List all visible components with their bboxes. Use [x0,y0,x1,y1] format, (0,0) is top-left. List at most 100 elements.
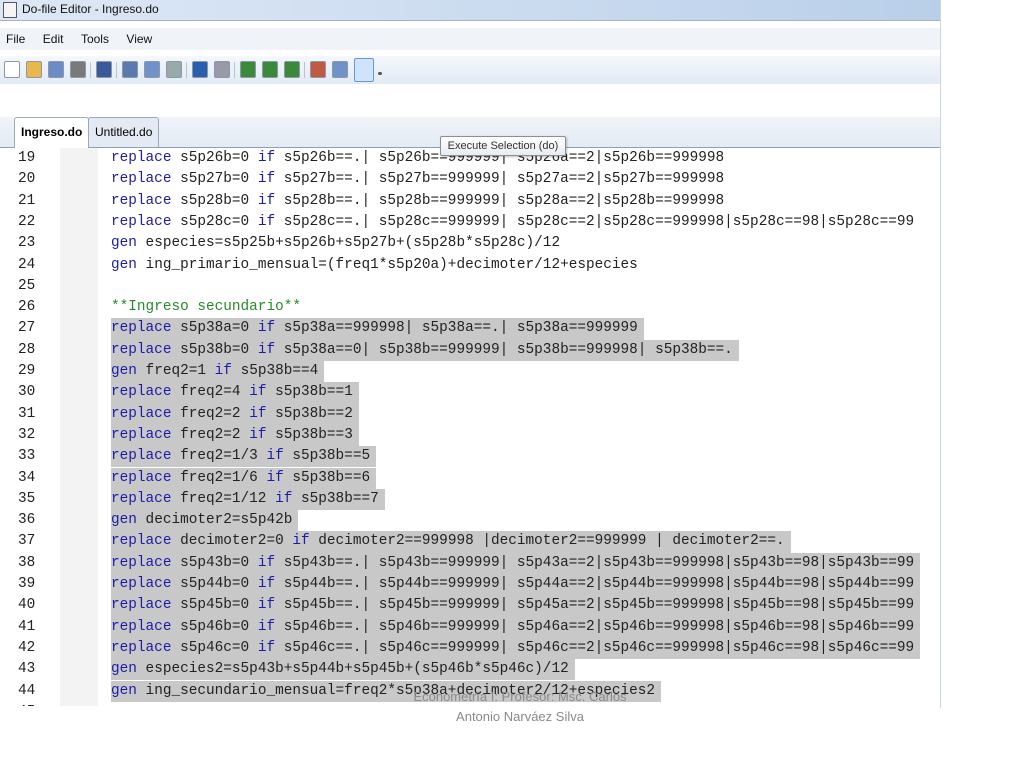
code-text: replace s5p27b=0 if s5p27b==.| s5p27b==9… [111,171,725,188]
line-number: 44 [18,682,36,699]
code-line[interactable]: 32 replace freq2=2 if s5p38b==3 [0,424,940,447]
shift-right-icon[interactable] [240,61,256,78]
code-text: gen freq2=1 if s5p38b==4 [111,361,325,383]
execute-selection-tooltip: Execute Selection (do) [440,136,566,156]
code-text: replace freq2=4 if s5p38b==1 [111,382,359,404]
code-line[interactable]: 28 replace s5p38b=0 if s5p38a==0| s5p38b=… [0,339,940,361]
line-number: 25 [18,277,36,294]
toolbar-separator [304,62,305,78]
code-text: replace s5p44b=0 if s5p44b==.| s5p44b==9… [111,574,921,596]
line-number: 31 [18,405,36,422]
menu-bar: File Edit Tools View [0,28,940,50]
menu-edit[interactable]: Edit [43,32,64,46]
line-number: 32 [18,426,36,443]
code-text: replace s5p46c=0 if s5p46c==.| s5p46c==9… [111,637,921,660]
code-line[interactable]: 42 replace s5p46c=0 if s5p46c==.| s5p46c=… [0,637,940,660]
code-editor[interactable]: 19 replace s5p26b=0 if s5p26b==.| s5p26b=… [0,148,940,706]
copy-icon[interactable] [144,61,160,78]
toolbar-separator [186,62,187,78]
code-line[interactable]: 33 replace freq2=1/3 if s5p38b==5 [0,446,940,468]
bookmark-icon[interactable] [310,61,326,78]
line-number: 24 [18,256,36,273]
code-text: replace freq2=2 if s5p38b==2 [111,403,359,425]
code-text: **Ingreso secundario** [111,299,301,316]
save-icon[interactable] [48,61,64,78]
code-text: replace freq2=1/3 if s5p38b==5 [111,446,377,468]
code-text: replace s5p28c=0 if s5p28c==.| s5p28c==9… [111,213,915,230]
code-line[interactable]: 29 gen freq2=1 if s5p38b==4 [0,361,940,383]
line-number: 30 [18,384,36,401]
code-line[interactable]: 31 replace freq2=2 if s5p38b==2 [0,403,940,425]
code-text: gen decimoter2=s5p42b [111,510,299,532]
line-number: 28 [18,341,36,358]
toolbar-overflow-icon[interactable] [378,72,382,75]
code-line[interactable]: 25 [0,276,940,297]
code-line[interactable]: 21 replace s5p28b=0 if s5p28b==.| s5p28b=… [0,191,940,212]
line-number: 35 [18,490,36,507]
line-number: 38 [18,554,36,571]
title-bar: Do-file Editor - Ingreso.do [0,0,940,21]
code-line[interactable]: 43 gen especies2=s5p43b+s5p44b+s5p45b+(s5… [0,659,940,681]
code-line[interactable]: 20 replace s5p27b=0 if s5p27b==.| s5p27b=… [0,169,940,190]
code-line[interactable]: 34 replace freq2=1/6 if s5p38b==6 [0,467,940,489]
line-number: 45 [18,702,35,706]
code-line[interactable]: 22 replace s5p28c=0 if s5p28c==.| s5p28c=… [0,212,940,233]
window-title: Do-file Editor - Ingreso.do [22,2,159,16]
line-number: 27 [18,320,36,337]
toolbar-separator [90,62,91,78]
do-file-editor-icon [3,2,17,18]
line-number: 20 [18,171,36,188]
line-number: 40 [18,597,36,614]
line-number: 21 [18,192,36,209]
print-icon[interactable] [70,61,86,78]
code-text: gen ing_primario_mensual=(freq1*s5p20a)+… [111,256,638,273]
code-line[interactable]: 39 replace s5p44b=0 if s5p44b==.| s5p44b=… [0,574,940,596]
code-text: replace s5p38a=0 if s5p38a==999998| s5p3… [111,318,644,340]
shift-up-icon[interactable] [262,61,278,78]
toolbar [0,56,940,84]
toolbar-separator [116,62,117,78]
open-icon[interactable] [26,61,42,78]
code-text: replace s5p38b=0 if s5p38a==0| s5p38b==9… [111,339,739,361]
code-line[interactable]: 40 replace s5p45b=0 if s5p45b==.| s5p45b=… [0,595,940,617]
line-number: 37 [18,533,36,550]
cut-icon[interactable] [122,61,138,78]
menu-tools[interactable]: Tools [81,32,109,46]
code-line[interactable]: 38 replace s5p43b=0 if s5p43b==.| s5p43b=… [0,552,940,574]
footer-line-1: Econometría I: Profesor: Msc. Carlos [413,689,627,704]
menu-view[interactable]: View [126,32,152,46]
tab-ingreso[interactable]: Ingreso.do [14,117,90,148]
line-number: 43 [18,661,36,678]
code-line[interactable]: 26 **Ingreso secundario** [0,297,940,318]
new-file-icon[interactable] [4,61,20,78]
line-number: 41 [18,618,36,635]
do-file-editor-window: Do-file Editor - Ingreso.do File Edit To… [0,0,941,708]
code-line[interactable]: 36 gen decimoter2=s5p42b [0,510,940,532]
line-number: 19 [18,150,36,166]
code-line[interactable]: 24 gen ing_primario_mensual=(freq1*s5p20a… [0,255,940,276]
tab-untitled[interactable]: Untitled.do [88,117,160,147]
shift-down-icon[interactable] [284,61,300,78]
find-icon[interactable] [96,61,112,78]
execute-selection-icon[interactable] [354,58,374,82]
code-text: replace freq2=2 if s5p38b==3 [111,424,359,447]
code-line[interactable]: 30 replace freq2=4 if s5p38b==1 [0,382,940,404]
code-text: replace decimoter2=0 if decimoter2==9999… [111,531,791,553]
code-line[interactable]: 37 replace decimoter2=0 if decimoter2==99… [0,531,940,553]
line-number: 34 [18,469,36,486]
footer-line-2: Antonio Narváez Silva [456,709,584,724]
paste-icon[interactable] [166,61,182,78]
code-line[interactable]: 23 gen especies=s5p25b+s5p26b+s5p27b+(s5p… [0,233,940,254]
code-text: replace s5p28b=0 if s5p28b==.| s5p28b==9… [111,192,725,209]
code-text: gen especies=s5p25b+s5p26b+s5p27b+(s5p28… [111,235,561,252]
code-line[interactable]: 41 replace s5p46b=0 if s5p46b==.| s5p46b=… [0,616,940,638]
menu-file[interactable]: File [6,32,25,46]
code-line[interactable]: 35 replace freq2=1/12 if s5p38b==7 [0,488,940,511]
code-text: replace s5p26b=0 if s5p26b==.| s5p26b==9… [111,150,725,166]
toolbar-separator [234,62,235,78]
run-icon[interactable] [332,61,348,78]
redo-icon[interactable] [214,61,230,78]
code-text: replace s5p43b=0 if s5p43b==.| s5p43b==9… [111,552,921,574]
code-line[interactable]: 27 replace s5p38a=0 if s5p38a==999998| s5… [0,318,940,340]
undo-icon[interactable] [192,61,208,78]
